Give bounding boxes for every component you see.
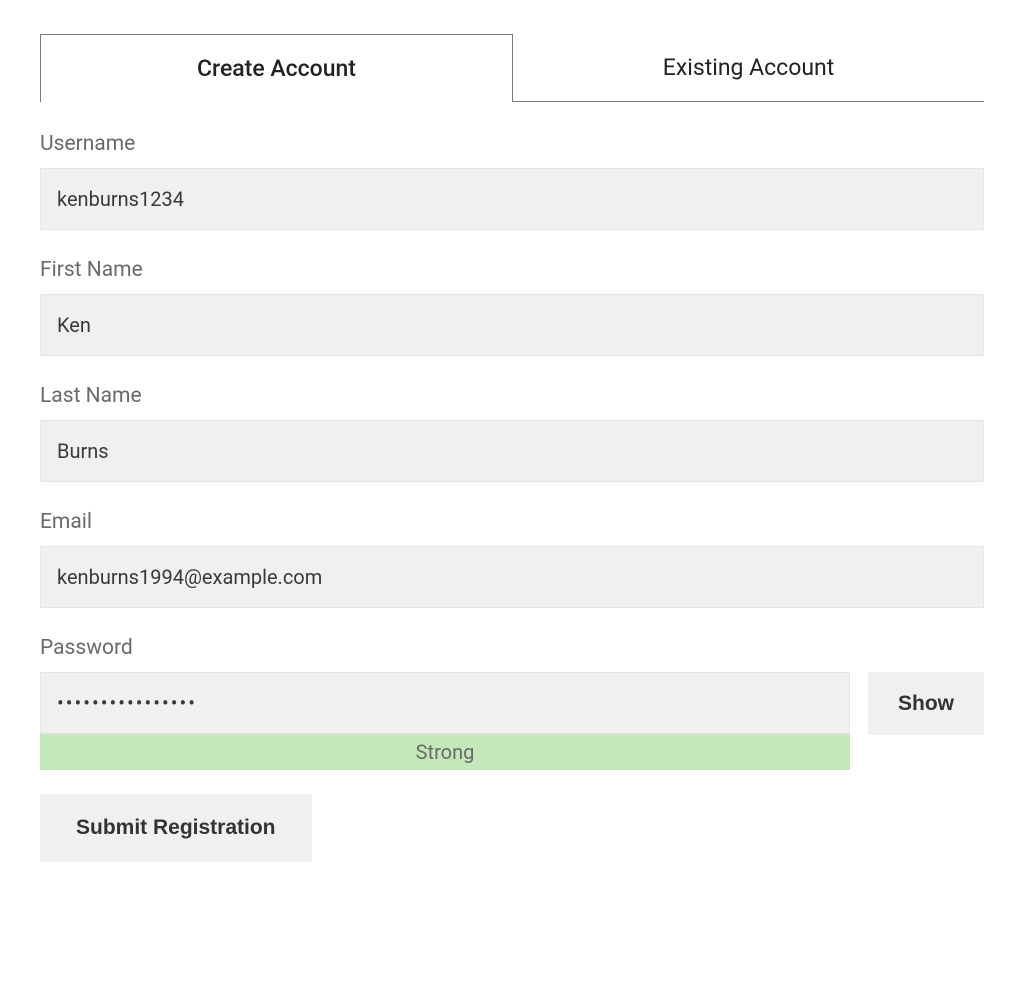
password-input-wrap: Strong xyxy=(40,672,850,770)
show-password-button[interactable]: Show xyxy=(868,672,984,735)
field-first-name: First Name xyxy=(40,258,984,356)
first-name-label: First Name xyxy=(40,258,984,282)
email-input[interactable] xyxy=(40,546,984,608)
tab-create-account[interactable]: Create Account xyxy=(40,34,513,102)
create-account-form: Username First Name Last Name Email Pass… xyxy=(40,102,984,862)
password-strength-indicator: Strong xyxy=(40,734,850,770)
submit-registration-button[interactable]: Submit Registration xyxy=(40,794,312,862)
account-tabs: Create Account Existing Account xyxy=(40,34,984,102)
username-input[interactable] xyxy=(40,168,984,230)
last-name-input[interactable] xyxy=(40,420,984,482)
password-row: Strong Show xyxy=(40,672,984,770)
field-last-name: Last Name xyxy=(40,384,984,482)
email-label: Email xyxy=(40,510,984,534)
password-input[interactable] xyxy=(40,672,850,734)
field-email: Email xyxy=(40,510,984,608)
username-label: Username xyxy=(40,132,984,156)
last-name-label: Last Name xyxy=(40,384,984,408)
first-name-input[interactable] xyxy=(40,294,984,356)
password-label: Password xyxy=(40,636,984,660)
field-password: Password Strong Show xyxy=(40,636,984,770)
tab-existing-account[interactable]: Existing Account xyxy=(513,34,984,102)
field-username: Username xyxy=(40,132,984,230)
